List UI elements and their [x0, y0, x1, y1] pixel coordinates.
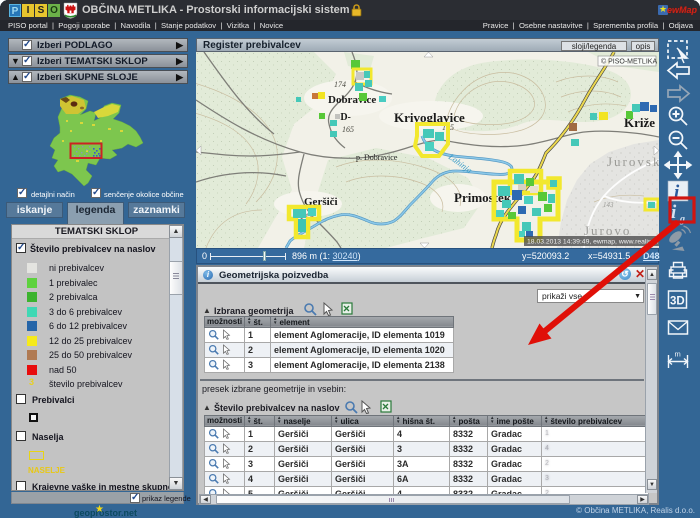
svg-text:Jurovo: Jurovo — [584, 223, 631, 238]
svg-text:143: 143 — [603, 201, 614, 209]
svg-text:3D: 3D — [670, 296, 685, 308]
svg-text:Jurovsk: Jurovsk — [607, 154, 659, 169]
svg-text:Lahinja: Lahinja — [446, 151, 474, 175]
svg-text:Dobravice: Dobravice — [328, 94, 376, 106]
svg-text:m: m — [675, 350, 681, 359]
svg-text:i: i — [671, 202, 677, 223]
svg-text:i: i — [674, 182, 680, 203]
svg-text:18.03.2013 14:39:49, ewmap, ww: 18.03.2013 14:39:49, ewmap, www.realis.s… — [527, 239, 659, 246]
svg-text:g: g — [679, 214, 685, 225]
svg-text:p. Dobravice: p. Dobravice — [356, 153, 398, 162]
svg-text:174: 174 — [334, 80, 346, 89]
svg-text:165: 165 — [342, 125, 354, 134]
svg-text:© PISO-METLIKA: © PISO-METLIKA — [601, 58, 657, 66]
